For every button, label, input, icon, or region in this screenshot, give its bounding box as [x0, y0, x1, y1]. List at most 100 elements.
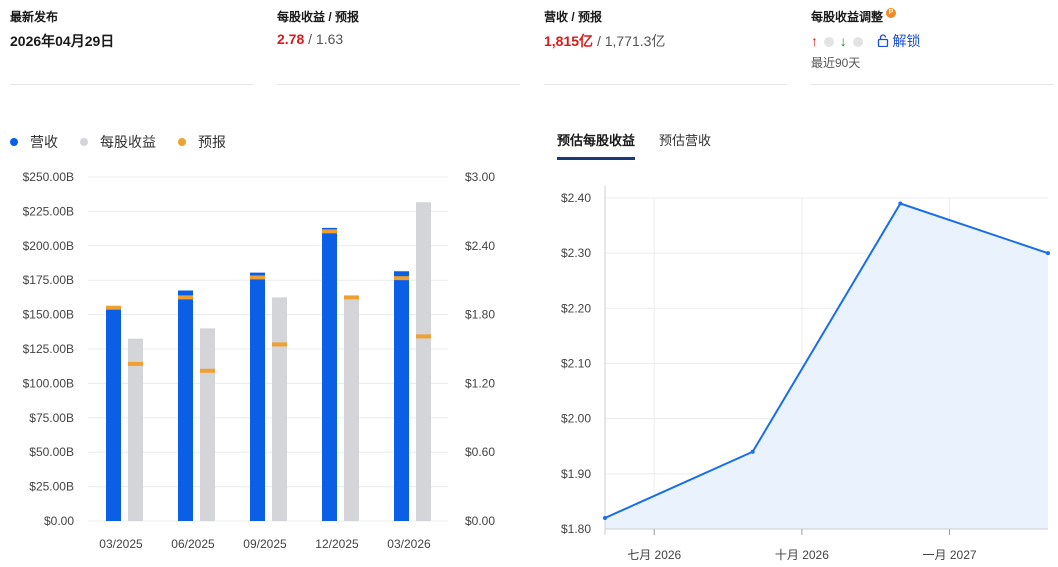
area-fill: [605, 203, 1048, 529]
latest-release-value: 2026年04月29日: [10, 33, 115, 49]
y-axis-tick: $2.00: [561, 412, 591, 426]
eps-adjust-value: ↑ ↓ 解锁: [811, 31, 920, 51]
eps-forecast-mark: [272, 342, 287, 347]
right-axis-tick: $3.00: [465, 170, 495, 184]
eps-estimate-point: [1046, 251, 1050, 256]
right-axis-tick: $0.00: [465, 514, 495, 528]
right-axis-tick: $2.40: [465, 239, 495, 253]
tab-estimated-revenue[interactable]: 预估营收: [659, 130, 711, 160]
revenue-forecast: 1,771.3亿: [604, 33, 666, 49]
eps-forecast-mark: [128, 361, 143, 366]
right-axis-tick: $1.20: [465, 376, 495, 390]
revenue-forecast-mark: [394, 276, 409, 281]
eps-actual: 2.78: [277, 31, 305, 47]
revenue-forecast-mark: [106, 305, 121, 310]
estimate-tabs: 预估每股收益 预估营收: [557, 130, 711, 160]
revenue-value: 1,815亿 / 1,771.3亿: [544, 31, 665, 51]
revenue-actual: 1,815亿: [544, 33, 594, 49]
eps-bar: [128, 338, 143, 521]
left-axis-tick: $200.00B: [23, 239, 74, 253]
y-axis-tick: $1.90: [561, 467, 591, 481]
eps-bar: [200, 328, 215, 521]
blurred-count: [823, 37, 834, 48]
arrow-down-icon: ↓: [839, 33, 847, 49]
left-axis-tick: $100.00B: [23, 376, 74, 390]
eps-bar: [416, 202, 431, 521]
latest-release-label: 最新发布: [10, 10, 59, 24]
y-axis-tick: $2.10: [561, 357, 591, 371]
left-axis-tick: $250.00B: [23, 170, 74, 184]
stat-revenue: 营收 / 预报 1,815亿 / 1,771.3亿: [544, 0, 787, 85]
y-axis-tick: $2.20: [561, 301, 591, 315]
right-axis-tick: $1.80: [465, 308, 495, 322]
revenue-bar: [178, 290, 193, 521]
eps-adjust-label: 每股收益调整 P: [811, 8, 897, 25]
eps-bar: [272, 297, 287, 521]
legend-item-eps[interactable]: 每股收益: [80, 132, 156, 152]
eps-forecast-mark: [200, 368, 215, 373]
revenue-label: 营收 / 预报: [544, 10, 603, 24]
eps-forecast-mark: [416, 334, 431, 339]
legend-item-forecast[interactable]: 预报: [178, 132, 226, 152]
legend-dot-revenue: [10, 138, 18, 146]
earnings-bar-chart: $0.00 $25.00B $50.00B $75.00B $100.00B $125.0…: [23, 170, 496, 551]
revenue-bar: [394, 271, 409, 521]
left-axis-tick: $25.00B: [29, 480, 74, 494]
y-axis-tick: $2.40: [561, 191, 591, 205]
revenue-separator: /: [596, 33, 601, 49]
left-axis-tick: $175.00B: [23, 273, 74, 287]
legend-label-eps: 每股收益: [100, 134, 156, 150]
x-axis-tick: 06/2025: [171, 537, 215, 551]
right-axis-tick: $0.60: [465, 445, 495, 459]
unlock-button[interactable]: 解锁: [877, 33, 921, 49]
pro-badge-icon: P: [886, 8, 897, 18]
x-axis-tick: 一月 2027: [923, 548, 977, 562]
revenue-bar: [322, 227, 337, 522]
eps-estimate-point: [898, 201, 903, 206]
left-axis-tick: $50.00B: [29, 445, 74, 459]
x-axis-tick: 七月 2026: [627, 548, 681, 562]
revenue-bar: [106, 307, 121, 521]
x-axis-tick: 09/2025: [243, 537, 287, 551]
x-axis-tick: 03/2025: [99, 537, 143, 551]
revenue-forecast-mark: [250, 275, 265, 280]
y-axis-tick: $2.30: [561, 246, 591, 260]
left-axis-tick: $225.00B: [23, 204, 74, 218]
eps-value: 2.78 / 1.63: [277, 31, 343, 47]
legend-label-revenue: 营收: [30, 134, 58, 150]
chart-legend: 营收 每股收益 预报: [10, 132, 226, 152]
left-axis-tick: $150.00B: [23, 308, 74, 322]
eps-forecast-mark: [344, 295, 359, 300]
eps-estimate-point: [603, 515, 607, 520]
x-axis-tick: 十月 2026: [775, 548, 829, 562]
legend-dot-eps: [80, 138, 88, 146]
estimated-eps-area-chart: $1.80 $1.90 $2.00 $2.10 $2.20 $2.30 $2.40 七月 20…: [561, 186, 1050, 562]
legend-label-forecast: 预报: [198, 134, 226, 150]
left-axis-tick: $75.00B: [29, 411, 74, 425]
left-axis-tick: $125.00B: [23, 342, 74, 356]
legend-dot-forecast: [178, 138, 186, 146]
x-axis-tick: 12/2025: [315, 537, 359, 551]
lock-icon: [877, 34, 888, 48]
eps-bar: [344, 297, 359, 521]
revenue-forecast-mark: [322, 229, 337, 234]
stat-eps: 每股收益 / 预报 2.78 / 1.63: [277, 0, 520, 85]
eps-adjust-period: 最近90天: [811, 56, 861, 70]
x-axis-tick: 03/2026: [387, 537, 431, 551]
eps-adjust-title: 每股收益调整: [811, 10, 884, 24]
blurred-count: [852, 37, 863, 48]
left-axis-tick: $0.00: [44, 514, 74, 528]
eps-label: 每股收益 / 预报: [277, 10, 360, 24]
tab-estimated-eps[interactable]: 预估每股收益: [557, 130, 636, 160]
y-axis-tick: $1.80: [561, 522, 591, 536]
eps-separator: /: [308, 31, 313, 47]
revenue-bar: [250, 272, 265, 521]
eps-forecast: 1.63: [315, 31, 344, 47]
stat-eps-adjust: 每股收益调整 P ↑ ↓ 解锁 最近90天: [811, 0, 1054, 85]
arrow-up-icon: ↑: [811, 33, 818, 49]
unlock-label: 解锁: [892, 33, 921, 49]
legend-item-revenue[interactable]: 营收: [10, 132, 58, 152]
revenue-forecast-mark: [178, 295, 193, 300]
stat-latest-release: 最新发布 2026年04月29日: [10, 0, 253, 85]
eps-estimate-point: [750, 449, 755, 454]
